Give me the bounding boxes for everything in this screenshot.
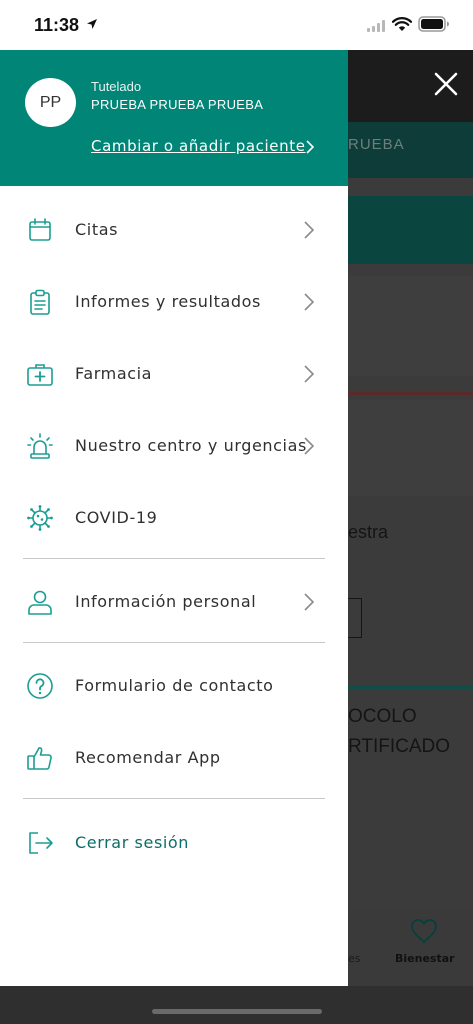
menu-item-farmacia[interactable]: Farmacia [0, 344, 348, 404]
menu-label: Información personal [75, 592, 257, 611]
chevron-right-icon [304, 593, 315, 611]
background-teal-line [348, 686, 473, 689]
menu-label: Informes y resultados [75, 292, 261, 311]
menu-label: Farmacia [75, 364, 153, 383]
chevron-right-icon [304, 365, 315, 383]
menu-item-cerrar-sesion[interactable]: Cerrar sesión [0, 813, 348, 873]
divider [23, 558, 325, 559]
close-icon[interactable] [432, 70, 460, 98]
change-patient-link[interactable]: Cambiar o añadir paciente [91, 137, 306, 155]
bottom-strip [0, 986, 473, 1024]
menu-item-recomendar-app[interactable]: Recomendar App [0, 728, 348, 788]
background-teal-box [348, 196, 473, 264]
logout-label: Cerrar sesión [75, 833, 190, 852]
chevron-right-icon [304, 221, 315, 239]
chevron-right-icon[interactable] [305, 139, 315, 155]
background-card-title: OCOLO RTIFICADO [348, 706, 451, 757]
thumbs-up-icon [27, 747, 52, 770]
menu-label: COVID-19 [75, 508, 158, 527]
tab-bienestar[interactable]: Bienestar [395, 952, 455, 965]
user-icon [28, 590, 52, 615]
menu-label: Citas [75, 220, 119, 239]
medical-kit-icon [27, 364, 53, 386]
menu-item-citas[interactable]: Citas [0, 200, 348, 260]
side-drawer: PP Tutelado PRUEBA PRUEBA PRUEBA Cambiar… [0, 50, 348, 986]
divider [23, 642, 325, 643]
patient-role: Tutelado [91, 79, 142, 94]
background-red-line [348, 392, 473, 395]
virus-icon [27, 505, 53, 531]
chevron-right-icon [304, 437, 315, 455]
menu-label: Formulario de contacto [75, 676, 274, 695]
background-text: estra [348, 522, 389, 542]
cellular-signal-icon [367, 20, 385, 32]
background-teal-text: RUEBA [348, 136, 405, 153]
background-button [348, 598, 362, 638]
menu-item-informacion-personal[interactable]: Información personal [0, 572, 348, 632]
background-app: RUEBA estra OCOLO RTIFICADO es Bienestar [348, 50, 473, 986]
status-time: 11:38 [34, 15, 80, 35]
battery-icon [418, 16, 449, 32]
background-card [348, 276, 473, 376]
clipboard-icon [30, 289, 50, 315]
background-card [348, 400, 473, 496]
menu-item-formulario-contacto[interactable]: Formulario de contacto [0, 656, 348, 716]
divider [23, 798, 325, 799]
avatar: PP [25, 78, 76, 127]
drawer-header: PP Tutelado PRUEBA PRUEBA PRUEBA Cambiar… [0, 50, 348, 186]
chevron-right-icon [304, 293, 315, 311]
home-indicator[interactable] [152, 1009, 322, 1014]
background-tab-label: es [348, 952, 361, 965]
menu-label: Recomendar App [75, 748, 221, 767]
menu-item-centro-urgencias[interactable]: Nuestro centro y urgencias [0, 416, 348, 476]
siren-icon [27, 433, 53, 459]
wifi-icon [392, 17, 412, 31]
status-bar: 11:38 [0, 0, 473, 50]
calendar-icon [29, 218, 51, 241]
location-arrow-icon [87, 19, 97, 29]
question-icon [27, 673, 53, 699]
patient-name: PRUEBA PRUEBA PRUEBA [91, 97, 264, 112]
logout-icon [29, 832, 53, 854]
menu-item-informes[interactable]: Informes y resultados [0, 272, 348, 332]
heart-icon [410, 918, 438, 944]
menu-label: Nuestro centro y urgencias [75, 436, 307, 455]
menu-item-covid[interactable]: COVID-19 [0, 488, 348, 548]
